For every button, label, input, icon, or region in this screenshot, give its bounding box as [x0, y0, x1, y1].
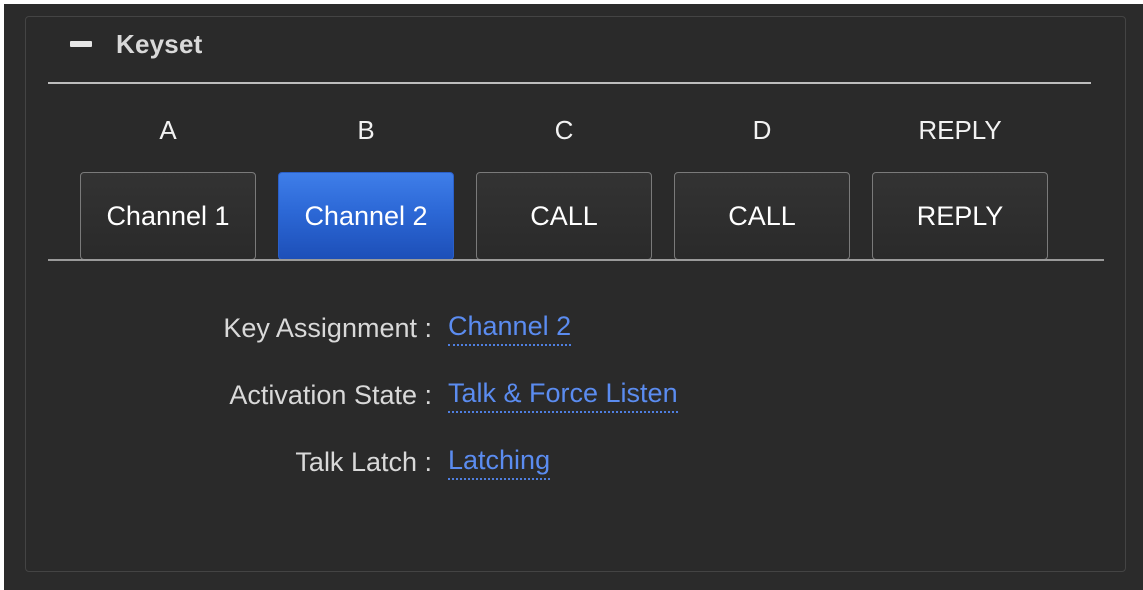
activation-state-row: Activation State : Talk & Force Listen [48, 375, 678, 415]
talk-latch-row: Talk Latch : Latching [48, 442, 551, 482]
key-letter: D [752, 115, 772, 145]
key-button-reply[interactable]: REPLY [872, 172, 1048, 260]
activation-state-value[interactable]: Talk & Force Listen [448, 375, 678, 413]
keys-divider [48, 259, 1104, 261]
panel-title: Keyset [116, 28, 203, 59]
key-column-reply: REPLY REPLY [872, 108, 1048, 260]
key-column-c: C CALL [476, 108, 652, 260]
key-button-b[interactable]: Channel 2 [278, 172, 454, 260]
key-assignment-label: Key Assignment : [223, 313, 432, 343]
key-column-a: A Channel 1 [80, 108, 256, 260]
key-column-d: D CALL [674, 108, 850, 260]
key-letter: A [159, 115, 177, 145]
key-assignment-value[interactable]: Channel 2 [448, 308, 572, 346]
key-button-d[interactable]: CALL [674, 172, 850, 260]
key-button-c[interactable]: CALL [476, 172, 652, 260]
minus-icon[interactable] [70, 41, 92, 47]
panel-header[interactable]: Keyset [48, 24, 202, 64]
key-column-b: B Channel 2 [278, 108, 454, 260]
window-frame: Keyset A Channel 1 B Channel 2 C CALL D … [4, 4, 1143, 590]
keyset-panel [25, 16, 1126, 572]
key-button-a[interactable]: Channel 1 [80, 172, 256, 260]
header-divider [48, 82, 1091, 84]
key-assignment-row: Key Assignment : Channel 2 [48, 308, 572, 348]
key-letter: C [554, 115, 574, 145]
activation-state-label: Activation State : [229, 380, 432, 410]
key-letter: REPLY [918, 115, 1002, 145]
talk-latch-label: Talk Latch : [295, 447, 432, 477]
key-letter: B [357, 115, 375, 145]
talk-latch-value[interactable]: Latching [448, 442, 551, 480]
